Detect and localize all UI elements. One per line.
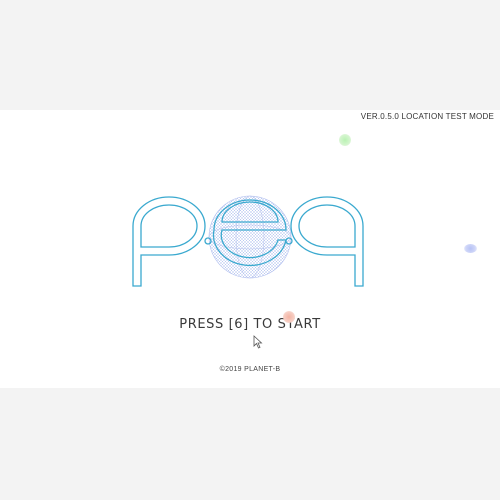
copyright-text: ©2019 PLANET-B <box>219 366 281 373</box>
screen-frame: VER.0.5.0 LOCATION TEST MODE PRESS [6] T… <box>0 0 500 500</box>
logo-letter-q <box>290 196 364 287</box>
logo-letter-p <box>132 196 206 287</box>
floating-orb-red <box>283 311 295 323</box>
game-logo <box>132 195 364 287</box>
press-start-prompt[interactable]: PRESS [6] TO START <box>0 317 500 332</box>
mouse-cursor-icon <box>253 335 263 349</box>
title-screen[interactable]: VER.0.5.0 LOCATION TEST MODE PRESS [6] T… <box>0 110 500 388</box>
floating-orb-blue <box>464 244 477 253</box>
version-label: VER.0.5.0 LOCATION TEST MODE <box>360 112 494 121</box>
floating-orb-green <box>339 134 351 146</box>
